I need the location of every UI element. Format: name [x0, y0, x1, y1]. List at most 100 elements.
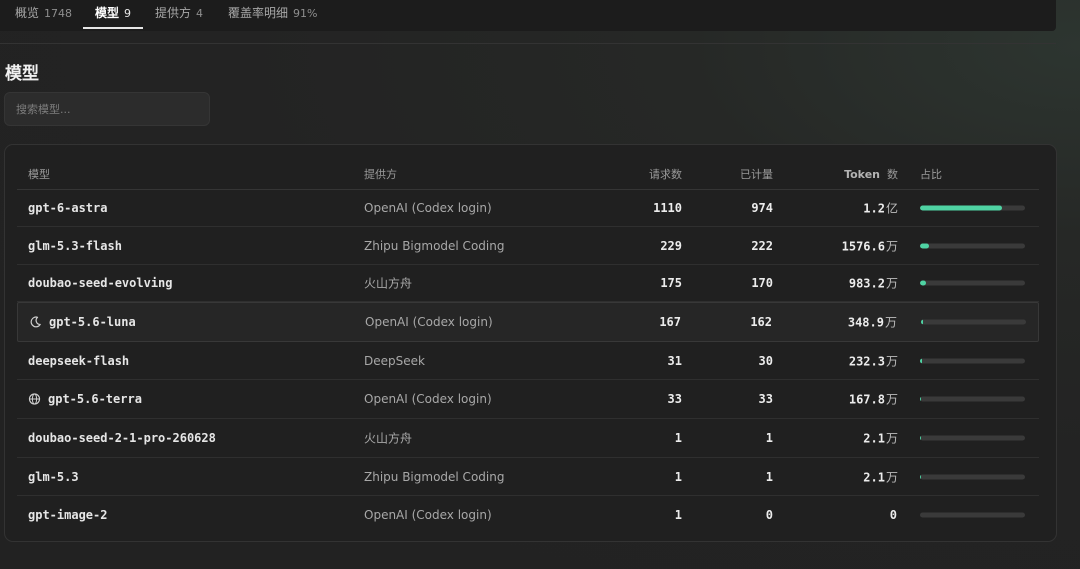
billed-count: 974: [751, 200, 773, 215]
tab-bar: 概览 1748 模型 9 提供方 4 覆盖率明细 91%: [0, 0, 1056, 31]
model-name: glm-5.3-flash: [28, 238, 122, 253]
header-requests: 请求数: [649, 168, 682, 181]
token-unit: 万: [885, 276, 898, 291]
request-count: 33: [667, 392, 682, 406]
token-value: 0: [889, 508, 897, 522]
request-count: 1: [674, 469, 682, 484]
header-share: 占比: [920, 168, 942, 181]
globe-icon: [28, 393, 41, 406]
billed-count: 1: [765, 469, 773, 484]
tab-label: 覆盖率明细: [228, 6, 289, 20]
provider-name: OpenAI (Codex login): [365, 315, 493, 329]
token-unit: 万: [885, 470, 898, 484]
table-row[interactable]: gpt-5.6-terra OpenAI (Codex login) 33 33 167…: [17, 380, 1039, 419]
request-count: 1: [674, 431, 682, 445]
provider-name: OpenAI (Codex login): [364, 200, 492, 215]
share-bar-fill: [920, 396, 922, 402]
token-count: 1.2亿: [863, 199, 898, 216]
token-value: 1.2: [863, 201, 885, 215]
share-bar-fill: [921, 319, 924, 325]
header-model: 模型: [28, 168, 50, 181]
token-value: 2.1: [863, 470, 885, 484]
tab-models[interactable]: 模型 9: [83, 0, 144, 29]
billed-count: 1: [765, 431, 773, 445]
token-count: 2.1万: [863, 430, 898, 447]
token-value: 1576.6: [841, 239, 885, 253]
share-bar-fill: [920, 243, 930, 248]
share-bar: [920, 205, 1025, 210]
model-name: doubao-seed-2-1-pro-260628: [28, 431, 216, 445]
tab-providers[interactable]: 提供方 4: [155, 0, 203, 29]
model-name: gpt-5.6-luna: [49, 315, 136, 329]
table-header: 模型 提供方 请求数 已计量 Token 数 占比: [17, 159, 1039, 190]
request-count: 31: [667, 353, 682, 368]
request-count: 167: [659, 315, 681, 329]
share-bar: [920, 358, 1025, 363]
header-tokens-label: Token: [844, 168, 880, 181]
tab-count: 1748: [44, 7, 73, 20]
model-name: deepseek-flash: [28, 353, 130, 368]
header-billed: 已计量: [740, 168, 773, 181]
page-title: 模型: [5, 64, 39, 84]
token-count: 983.2万: [849, 275, 898, 292]
provider-name: DeepSeek: [364, 353, 425, 368]
token-unit: 万: [884, 315, 897, 330]
tab-label: 模型: [95, 6, 120, 20]
share-bar: [920, 474, 1025, 479]
token-value: 232.3: [848, 354, 885, 368]
model-name: doubao-seed-evolving: [28, 276, 173, 290]
token-count: 1576.6万: [842, 237, 898, 254]
share-bar-fill: [920, 205, 1002, 210]
provider-name: 火山方舟: [364, 431, 413, 446]
table-row[interactable]: gpt-image-2 OpenAI (Codex login) 1 0 0: [17, 496, 1039, 534]
tab-coverage-detail[interactable]: 覆盖率明细 91%: [228, 0, 317, 29]
tab-label: 概览: [15, 6, 40, 20]
token-value: 983.2: [848, 276, 885, 291]
tab-count: 91%: [293, 7, 318, 20]
token-unit: 万: [885, 392, 898, 407]
billed-count: 33: [758, 392, 773, 406]
models-table-card: 模型 提供方 请求数 已计量 Token 数 占比 gpt-6-astra Open…: [4, 144, 1057, 542]
billed-count: 30: [758, 353, 773, 368]
token-unit: 万: [885, 431, 898, 446]
table-row[interactable]: gpt-6-astra OpenAI (Codex login) 1110 974 1.…: [17, 189, 1039, 227]
provider-name: 火山方舟: [364, 276, 413, 291]
provider-name: OpenAI (Codex login): [364, 392, 492, 406]
share-bar: [920, 512, 1025, 518]
search-input[interactable]: [4, 92, 210, 126]
share-bar: [920, 280, 1025, 286]
token-count: 2.1万: [863, 468, 898, 485]
share-bar: [921, 319, 1026, 325]
model-name: gpt-6-astra: [28, 200, 108, 215]
token-count: 0: [890, 508, 898, 522]
token-unit: 万: [885, 239, 898, 253]
token-count: 232.3万: [849, 352, 898, 369]
share-bar-fill: [920, 358, 922, 363]
billed-count: 170: [751, 276, 773, 290]
moon-icon: [29, 316, 42, 329]
tab-count: 4: [196, 7, 204, 20]
provider-name: Zhipu Bigmodel Coding: [364, 469, 505, 484]
table-row[interactable]: doubao-seed-2-1-pro-260628 火山方舟 1 1 2.1万: [17, 419, 1039, 458]
share-bar: [920, 396, 1025, 402]
header-provider: 提供方: [364, 168, 397, 181]
table-row[interactable]: gpt-5.6-luna OpenAI (Codex login) 167 162 34…: [17, 302, 1039, 342]
tab-overview[interactable]: 概览 1748: [15, 0, 72, 29]
token-value: 167.8: [848, 392, 885, 407]
table-row[interactable]: doubao-seed-evolving 火山方舟 175 170 983.2万: [17, 265, 1039, 302]
tab-label: 提供方: [155, 6, 192, 20]
token-value: 2.1: [863, 431, 885, 446]
table-row[interactable]: deepseek-flash DeepSeek 31 30 232.3万: [17, 342, 1039, 380]
provider-name: Zhipu Bigmodel Coding: [364, 238, 505, 253]
billed-count: 162: [750, 315, 772, 329]
share-bar-fill: [920, 280, 926, 286]
request-count: 1: [674, 508, 682, 522]
tab-count: 9: [124, 7, 132, 20]
provider-name: OpenAI (Codex login): [364, 508, 492, 522]
model-name: glm-5.3: [28, 469, 79, 484]
request-count: 229: [660, 238, 682, 253]
table-row[interactable]: glm-5.3-flash Zhipu Bigmodel Coding 229 222…: [17, 227, 1039, 265]
table-row[interactable]: glm-5.3 Zhipu Bigmodel Coding 1 1 2.1万: [17, 458, 1039, 496]
token-value: 348.9: [847, 315, 884, 330]
share-bar: [920, 243, 1025, 248]
